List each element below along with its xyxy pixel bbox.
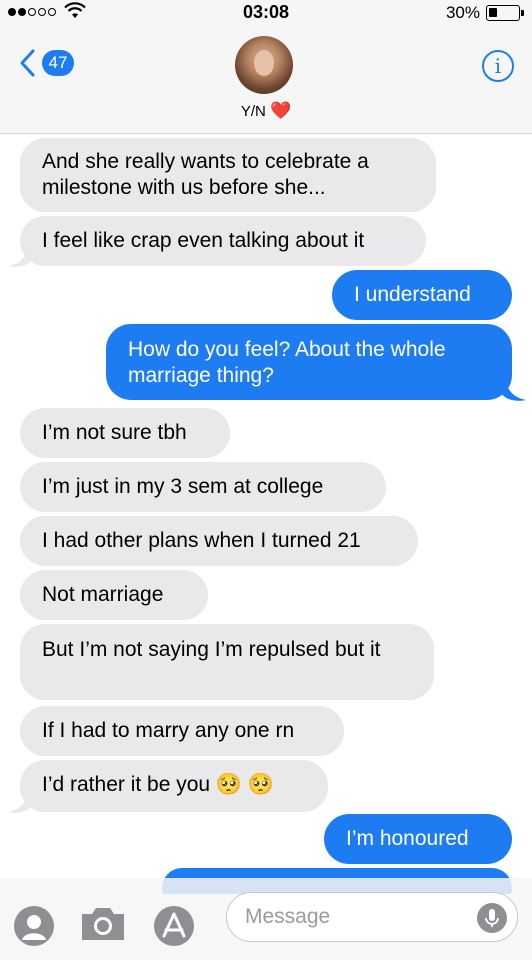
message-bubble-sent[interactable]: I understand: [332, 270, 512, 320]
status-bar: 03:08 30%: [0, 0, 532, 26]
message-bubble-received[interactable]: Not marriage: [20, 570, 208, 620]
message-input[interactable]: Message: [226, 892, 518, 942]
message-bubble-received[interactable]: I’d rather it be you 🥺 🥺: [20, 760, 328, 812]
contact-icon[interactable]: [14, 906, 54, 946]
app-store-icon[interactable]: [154, 906, 194, 946]
camera-icon[interactable]: [78, 904, 128, 944]
message-text: I had other plans when I turned 21: [42, 529, 361, 552]
message-text: I’d rather it be you 🥺 🥺: [42, 773, 275, 796]
conversation-header: 47 Y/N ❤️ i: [0, 26, 532, 134]
bubble-tail: [8, 790, 32, 813]
info-button[interactable]: i: [482, 50, 514, 82]
message-bubble-received[interactable]: I had other plans when I turned 21: [20, 516, 418, 566]
message-bubble-received[interactable]: I’m just in my 3 sem at college: [20, 462, 386, 512]
message-bubble-sent[interactable]: I’m honoured: [324, 814, 512, 864]
message-bubble-sent[interactable]: How do you feel? About the whole marriag…: [106, 324, 512, 400]
message-text: I feel like crap even talking about it: [42, 229, 365, 252]
message-bubble-received[interactable]: But I’m not saying I’m repulsed but it: [20, 624, 434, 700]
avatar[interactable]: [235, 36, 293, 94]
message-text: I’m not sure tbh: [42, 421, 187, 444]
contact-name[interactable]: Y/N: [241, 103, 266, 120]
microphone-icon[interactable]: [477, 903, 507, 933]
message-text: How do you feel? About the whole marriag…: [128, 338, 446, 387]
message-placeholder: Message: [245, 905, 331, 928]
compose-bar: Message: [0, 878, 532, 960]
chevron-left-icon[interactable]: [18, 48, 36, 78]
message-bubble-received[interactable]: If I had to marry any one rn: [20, 706, 344, 756]
bubble-tail: [8, 244, 32, 267]
info-icon[interactable]: i: [495, 54, 501, 78]
message-text: Not marriage: [42, 583, 164, 606]
message-list[interactable]: And she really wants to celebrate a mile…: [0, 134, 532, 894]
contact-name-row[interactable]: Y/N ❤️: [0, 101, 532, 121]
back-button[interactable]: 47: [18, 48, 74, 78]
message-bubble-received[interactable]: I feel like crap even talking about it: [20, 216, 426, 266]
message-text: I understand: [354, 283, 471, 306]
unread-count-badge[interactable]: 47: [42, 50, 74, 76]
message-bubble-received[interactable]: And she really wants to celebrate a mile…: [20, 138, 436, 212]
message-text: But I’m not saying I’m repulsed but it: [42, 638, 381, 661]
message-text: If I had to marry any one rn: [42, 719, 295, 742]
message-text: I’m just in my 3 sem at college: [42, 475, 324, 498]
heart-icon: ❤️: [270, 101, 292, 120]
message-bubble-received[interactable]: I’m not sure tbh: [20, 408, 230, 458]
battery-percentage: 30%: [445, 3, 480, 22]
bubble-tail: [502, 378, 526, 401]
battery-icon: [486, 5, 520, 21]
battery-tip: [521, 10, 524, 16]
message-text: I’m honoured: [346, 827, 469, 850]
message-text: And she really wants to celebrate a mile…: [42, 150, 369, 199]
